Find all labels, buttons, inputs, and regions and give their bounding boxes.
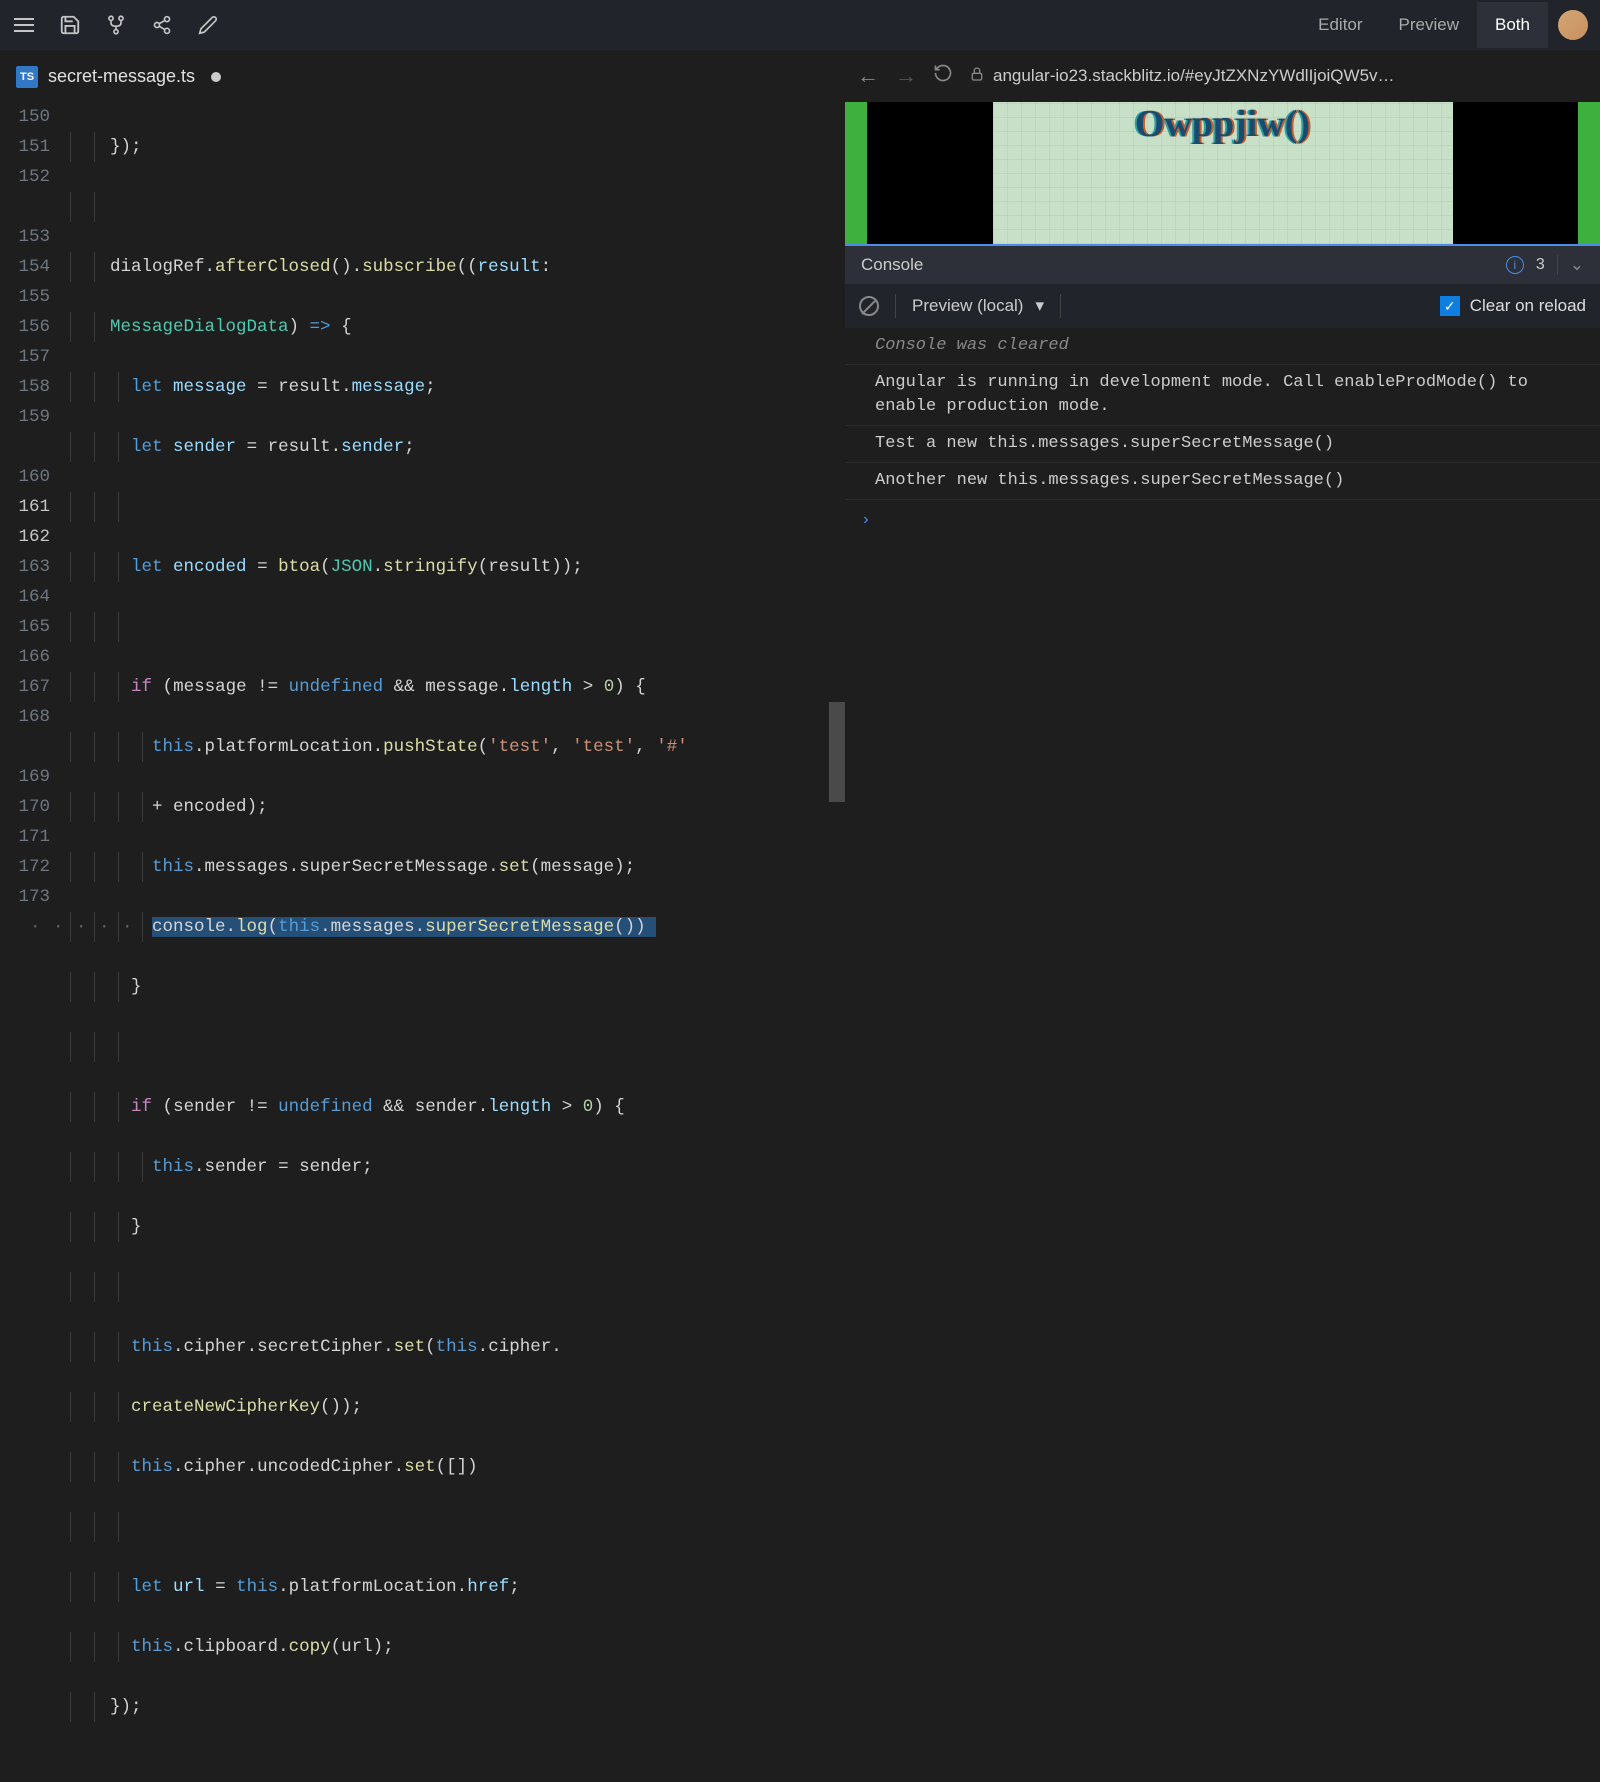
typescript-badge-icon: TS: [16, 66, 38, 88]
file-name: secret-message.ts: [48, 66, 195, 87]
edit-icon[interactable]: [196, 13, 220, 37]
editor-pane[interactable]: 150151152 153154155156157158159 16016116…: [0, 102, 845, 902]
preview-viewport[interactable]: Owppjiw(): [845, 102, 1600, 244]
top-toolbar: Editor Preview Both: [0, 0, 1600, 50]
clear-on-reload-toggle[interactable]: ✓ Clear on reload: [1440, 296, 1586, 316]
log-entry: Another new this.messages.superSecretMes…: [845, 463, 1600, 500]
chevron-down-icon: ▾: [1035, 296, 1044, 316]
view-tab-preview[interactable]: Preview: [1381, 2, 1477, 48]
fork-icon[interactable]: [104, 13, 128, 37]
reload-icon[interactable]: [933, 63, 953, 89]
prompt-icon: ›: [861, 511, 871, 529]
share-icon[interactable]: [150, 13, 174, 37]
console-count: 3: [1536, 256, 1545, 274]
console-tab-label: Console: [861, 255, 923, 275]
nav-back-icon[interactable]: ←: [857, 63, 879, 89]
console-source-select[interactable]: Preview (local) ▾: [912, 296, 1044, 316]
log-entry: Test a new this.messages.superSecretMess…: [845, 426, 1600, 463]
console-prompt[interactable]: ›: [845, 500, 1600, 541]
editor-scrollbar[interactable]: [829, 702, 845, 802]
avatar[interactable]: [1558, 10, 1588, 40]
clear-console-icon[interactable]: [859, 296, 879, 316]
code-area[interactable]: }); dialogRef.afterClosed().subscribe((r…: [70, 102, 845, 902]
log-entry: Console was cleared: [845, 328, 1600, 365]
preview-text: Owppjiw(): [1135, 102, 1310, 146]
url-bar[interactable]: angular-io23.stackblitz.io/#eyJtZXNzYWdl…: [969, 66, 1588, 87]
url-text: angular-io23.stackblitz.io/#eyJtZXNzYWdl…: [993, 66, 1395, 86]
info-icon: i: [1506, 256, 1524, 274]
file-tab[interactable]: TS secret-message.ts: [0, 50, 237, 102]
lock-icon: [969, 66, 985, 87]
browser-bar: ← → angular-io23.stackblitz.io/#eyJtZXNz…: [845, 50, 1600, 102]
nav-forward-icon[interactable]: →: [895, 63, 917, 89]
preview-pane: Owppjiw() Console i 3 ⌄ Preview (local) …: [845, 102, 1600, 902]
save-icon[interactable]: [58, 13, 82, 37]
log-entry: Angular is running in development mode. …: [845, 365, 1600, 426]
console-header[interactable]: Console i 3 ⌄: [845, 244, 1600, 284]
menu-icon[interactable]: [12, 13, 36, 37]
console-toolbar: Preview (local) ▾ ✓ Clear on reload: [845, 284, 1600, 328]
dirty-indicator-icon: [211, 72, 221, 82]
view-tab-both[interactable]: Both: [1477, 2, 1548, 48]
chevron-down-icon[interactable]: ⌄: [1570, 255, 1584, 275]
checkbox-icon[interactable]: ✓: [1440, 296, 1460, 316]
line-gutter: 150151152 153154155156157158159 16016116…: [0, 102, 70, 902]
view-tab-editor[interactable]: Editor: [1300, 2, 1380, 48]
console-log[interactable]: Console was cleared Angular is running i…: [845, 328, 1600, 902]
